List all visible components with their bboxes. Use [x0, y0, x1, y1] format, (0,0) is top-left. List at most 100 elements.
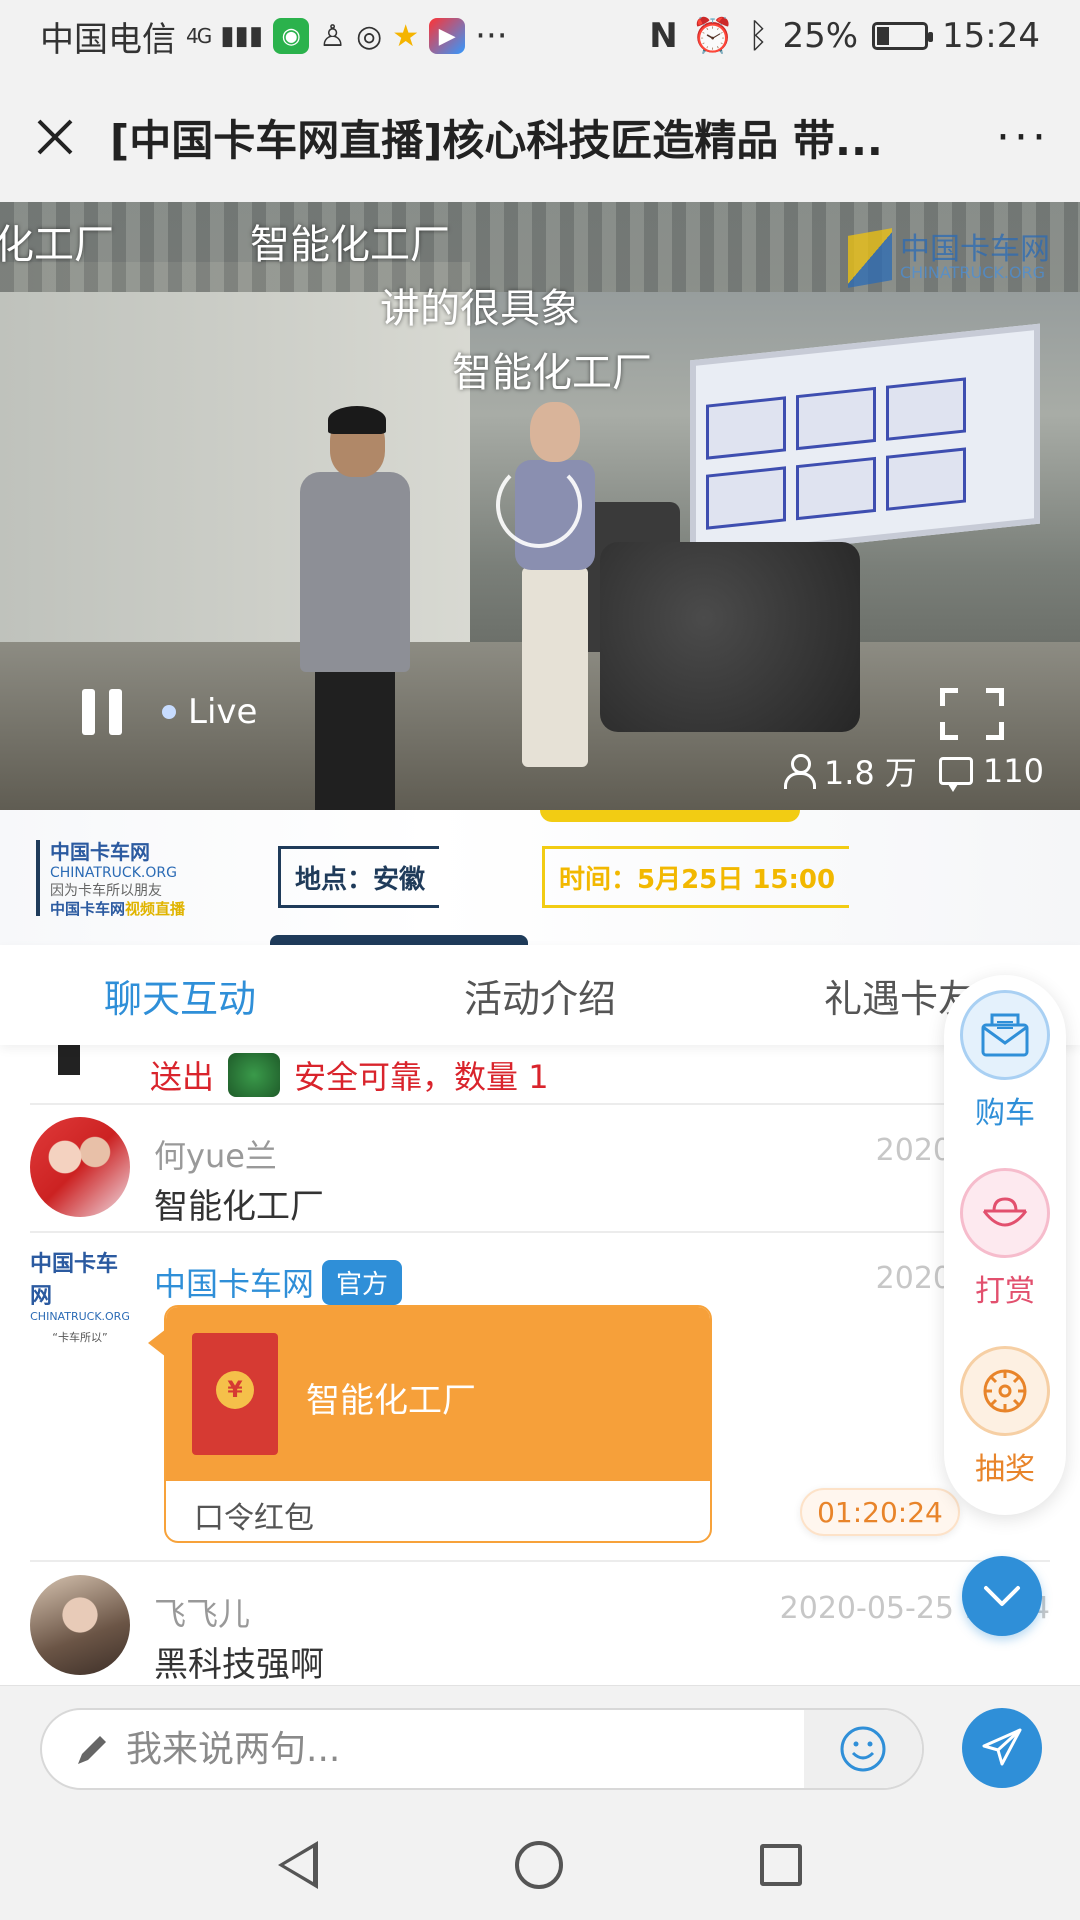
watermark-name: 中国卡车网: [900, 232, 1050, 267]
video-stats: 1.8 万 110: [783, 748, 1044, 794]
video-scene-presenter-woman: [510, 398, 600, 782]
danmu-comment: 智能化工厂: [452, 350, 652, 396]
battery-icon: [872, 22, 934, 50]
fullscreen-icon[interactable]: [940, 688, 1004, 740]
status-bar: 中国电信 4G ▮▮▮ ◉ ♙ ◎ ★ ▶ ··· N ⏰ ᛒ 25% 15:2…: [0, 0, 1080, 72]
comment-icon: [938, 757, 973, 792]
pencil-icon: [78, 1736, 106, 1764]
tab-activity-intro[interactable]: 活动介绍: [360, 968, 720, 1023]
danmu-comment: 讲的很具象: [380, 286, 580, 332]
tip-button[interactable]: 打赏: [956, 1168, 1054, 1310]
banner-logo-sub: 中国卡车网: [50, 900, 126, 918]
envelope-icon: [960, 990, 1050, 1080]
message-text: 智能化工厂: [154, 1187, 324, 1227]
smiley-icon: [840, 1726, 886, 1772]
chevron-down-icon: [984, 1586, 1020, 1606]
watermark-domain: CHINATRUCK.ORG: [900, 263, 1046, 282]
bubble-pointer: [148, 1329, 166, 1357]
floating-action-panel: 购车 打赏 抽奖: [944, 975, 1066, 1515]
avatar[interactable]: 中国卡车网 CHINATRUCK.ORG “卡车所以”: [30, 1245, 130, 1345]
live-dot-icon: [162, 705, 176, 719]
chat-list[interactable]: 送出 安全可靠，数量 1 何yue兰 2020-05-25 智能化工厂 中国卡车…: [0, 1045, 1080, 1685]
divider: [30, 1231, 1050, 1233]
gift-name: 安全可靠，数量 1: [294, 1058, 549, 1096]
comment-input-wrapper[interactable]: [40, 1708, 924, 1790]
divider: [30, 1560, 1050, 1562]
pause-icon[interactable]: [82, 689, 122, 735]
tip-label: 打赏: [975, 1274, 1035, 1309]
browser-icon: ◎: [356, 18, 383, 54]
paper-plane-icon: [982, 1728, 1022, 1766]
sender-name: 何yue兰: [154, 1137, 277, 1175]
banner-time: 时间：5月25日 15:00: [542, 846, 850, 908]
tab-bar: 聊天互动 活动介绍 礼遇卡友: [0, 945, 1080, 1045]
close-icon[interactable]: [30, 112, 80, 162]
emoji-button[interactable]: [804, 1710, 922, 1788]
video-player[interactable]: 化工厂 智能化工厂 讲的很具象 智能化工厂 中国卡车网 CHINATRUCK.O…: [0, 202, 1080, 810]
red-packet-card[interactable]: ¥ 智能化工厂 口令红包: [164, 1305, 712, 1543]
qq-icon: ♙: [319, 18, 347, 54]
bluetooth-icon: ᛒ: [748, 16, 769, 56]
more-notifications-icon: ···: [475, 16, 508, 56]
divider: [30, 1103, 1050, 1105]
viewer-count: 1.8 万: [823, 754, 917, 792]
banner-logo-slogan: 因为卡车所以朋友: [50, 882, 162, 899]
network-label: 4G: [186, 24, 212, 48]
comment-input[interactable]: [126, 1710, 846, 1788]
channel-watermark: 中国卡车网 CHINATRUCK.ORG: [848, 228, 1050, 288]
countdown-timer[interactable]: 01:20:24: [800, 1488, 960, 1536]
battery-percent: 25%: [782, 16, 859, 56]
sender-name-row: 中国卡车网 官方: [154, 1259, 403, 1305]
chat-message: 飞飞儿 2020-05-25 15:24 黑科技强啊: [30, 1575, 1050, 1685]
yuan-coin-icon: ¥: [216, 1371, 254, 1409]
channel-logo-icon: [848, 228, 892, 288]
banner-location: 地点：安徽: [278, 846, 440, 908]
avatar-logo-domain: CHINATRUCK.ORG: [30, 1309, 130, 1323]
loading-spinner-icon: [496, 462, 582, 548]
viewer-icon: [783, 754, 816, 789]
page-title: [中国卡车网直播]核心科技匠造精品 带...: [110, 115, 883, 165]
avatar[interactable]: [30, 1117, 130, 1217]
gold-ingot-icon: [960, 1168, 1050, 1258]
gift-message: 送出 安全可靠，数量 1: [0, 1045, 1080, 1105]
send-button[interactable]: [962, 1708, 1042, 1788]
video-scene-engine-block: [600, 542, 860, 732]
banner-decoration: [270, 935, 528, 945]
live-label: Live: [188, 692, 258, 732]
wechat-icon: ◉: [273, 18, 310, 54]
avatar-logo-slogan: “卡车所以”: [52, 1330, 108, 1344]
red-envelope-icon: ¥: [192, 1333, 278, 1455]
danmu-comment: 智能化工厂: [250, 222, 450, 268]
live-indicator: Live: [162, 692, 257, 732]
video-scene-presenter-man: [300, 406, 410, 810]
gift-prefix: 送出: [150, 1058, 215, 1096]
system-nav-bar: [0, 1810, 1080, 1920]
signal-icon: ▮▮▮: [220, 21, 264, 51]
sender-name: 飞飞儿: [154, 1595, 251, 1633]
sender-name: 中国卡车网: [154, 1265, 315, 1303]
avatar[interactable]: [30, 1575, 130, 1675]
recent-apps-icon[interactable]: [759, 1844, 802, 1886]
tab-chat[interactable]: 聊天互动: [0, 968, 360, 1023]
clock: 15:24: [942, 16, 1040, 56]
back-icon[interactable]: [278, 1841, 319, 1889]
danmu-comment: 化工厂: [0, 222, 114, 268]
alarm-icon: ⏰: [691, 16, 735, 56]
carrier-label: 中国电信: [40, 19, 176, 60]
buy-car-label: 购车: [975, 1096, 1035, 1131]
lottery-button[interactable]: 抽奖: [956, 1346, 1054, 1488]
buy-car-button[interactable]: 购车: [956, 990, 1054, 1132]
more-menu-button[interactable]: ···: [996, 112, 1050, 163]
avatar-logo-title: 中国卡车网: [30, 1250, 119, 1309]
banner-logo-title: 中国卡车网: [50, 840, 150, 864]
lottery-wheel-icon: [960, 1346, 1050, 1436]
home-icon[interactable]: [514, 1841, 563, 1889]
comment-count: 110: [982, 752, 1044, 790]
title-bar: [中国卡车网直播]核心科技匠造精品 带... ···: [0, 72, 1080, 202]
avatar: [58, 1045, 80, 1075]
official-badge: 官方: [322, 1259, 403, 1305]
banner-logo-sub-highlight: 视频直播: [125, 900, 186, 918]
message-text: 黑科技强啊: [154, 1645, 324, 1685]
red-packet-type: 口令红包: [194, 1501, 314, 1536]
scroll-down-button[interactable]: [962, 1556, 1042, 1636]
